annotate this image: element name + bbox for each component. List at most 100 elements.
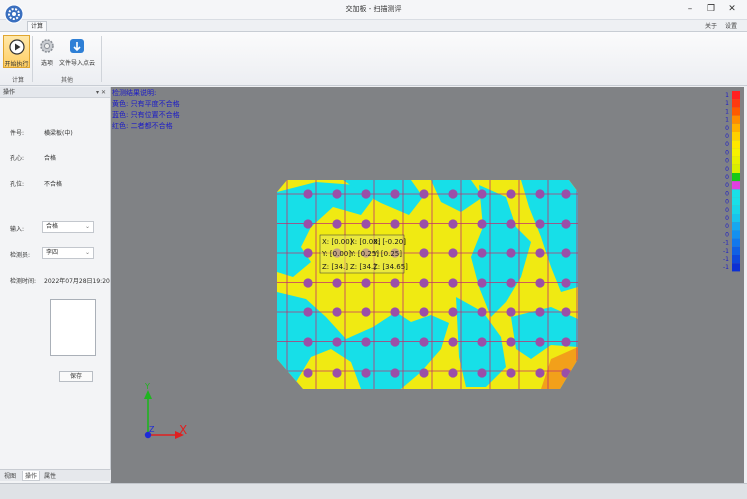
measurement-point [506,219,516,229]
field-value-part: 横梁板(中) [44,130,73,137]
measurement-point [477,278,487,288]
pin-icon[interactable]: ▾ ✕ [96,87,106,98]
measurement-point [361,368,371,378]
color-scale-label: -1 [723,256,729,263]
measurement-point [303,337,313,347]
field-label-center: 孔心: [10,155,25,162]
coordinate-tooltip: X: [0.00] X: [0.00] X: [-0.20] Y: [0.00]… [319,234,408,274]
measurement-point [361,278,371,288]
color-scale-swatch [732,123,740,132]
color-scale-label: 0 [725,207,729,214]
measurement-point [332,219,342,229]
measurement-point [477,189,487,199]
measurement-point [561,278,571,288]
minimize-icon[interactable]: – [684,3,696,15]
measurement-point [506,278,516,288]
chevron-down-icon: ⌄ [84,223,90,230]
about-link[interactable]: 关于 [705,23,717,30]
inspector-select-value: 李四 [46,249,59,256]
options-label: 选项 [40,60,53,67]
color-scale-swatch [732,115,740,124]
color-scale-swatch [732,132,740,141]
tab-operation[interactable]: 操作 [22,471,41,481]
measurement-point [303,368,313,378]
gear-icon [40,39,54,53]
color-scale-label: 0 [725,125,729,132]
color-scale-swatch [732,148,740,157]
operation-panel: 操作 ▾ ✕ 件号: 横梁板(中) 孔心: 合格 孔位: 不合格 输入: 合格 … [0,87,111,487]
color-scale-swatch [732,238,740,247]
start-button[interactable]: 开始执行 [3,35,30,68]
import-button[interactable]: 文件导入点云 [57,35,97,68]
measurement-point [332,307,342,317]
color-scale-swatch [732,107,740,116]
measurement-point [448,368,458,378]
measurement-point [477,337,487,347]
color-scale-swatch [732,197,740,206]
tooltip-text: Z: [34.] [322,263,348,271]
start-label: 开始执行 [4,61,29,68]
y-axis-label: Y [144,382,150,391]
color-scale-swatch [732,91,740,100]
panel-header: 操作 ▾ ✕ [0,87,110,98]
tab-view[interactable]: 视图 [2,471,18,480]
x-axis-label: X [179,423,187,437]
status-bar [0,483,747,499]
3d-viewport[interactable]: 检测结果说明: 黄色: 只有平度不合格 蓝色: 只有位置不合格 红色: 二者都不… [111,87,744,483]
options-button[interactable]: 选项 [36,35,58,68]
measurement-point [332,368,342,378]
measurement-point [419,248,429,258]
color-scale-label: 0 [725,133,729,140]
color-scale-swatch [732,173,740,182]
measurement-point [561,219,571,229]
close-icon[interactable]: ✕ [726,3,738,15]
tab-properties[interactable]: 属性 [42,471,58,480]
color-scale-label: 0 [725,223,729,230]
measurement-point [506,189,516,199]
app-logo-icon[interactable] [3,3,25,29]
settings-link[interactable]: 设置 [725,23,737,30]
measurement-point [535,307,545,317]
tooltip-text: X: [-0.20] [373,238,406,246]
measurement-point [477,368,487,378]
field-value-center: 合格 [44,155,57,162]
color-scale-label: 0 [725,174,729,181]
measurement-point [332,278,342,288]
z-axis-label: Z [149,425,155,434]
measurement-point [419,337,429,347]
title-bar: 交加板 - 扫描测评 – ❐ ✕ [0,0,747,20]
measurement-point [332,337,342,347]
measurement-point [361,307,371,317]
measurement-point [535,337,545,347]
measurement-point [361,219,371,229]
measurement-point [506,368,516,378]
save-button[interactable]: 保存 [59,371,93,382]
measurement-point [535,189,545,199]
color-scale-swatch [732,214,740,223]
measurement-point [448,337,458,347]
point-cloud-scene: X: [0.00] X: [0.00] X: [-0.20] Y: [0.00]… [144,91,740,439]
color-scale-swatch [732,99,740,108]
measurement-point [303,278,313,288]
measurement-point [303,189,313,199]
color-scale-label: 1 [725,92,729,99]
restore-icon[interactable]: ❐ [705,3,717,15]
input-select[interactable]: 合格 ⌄ [42,221,94,233]
help-links: 关于 设置 [699,21,737,30]
measurement-point [419,278,429,288]
color-scale-swatch [732,189,740,198]
measurement-point [561,307,571,317]
color-scale-swatch [732,205,740,214]
measurement-point [390,337,400,347]
measurement-point [535,219,545,229]
group-separator [101,36,102,82]
group-separator [32,36,33,82]
color-scale-label: 0 [725,158,729,165]
measurement-point [561,189,571,199]
panel-bottom-tabs: 视图 操作 属性 [0,469,111,481]
color-scale-label: 0 [725,166,729,173]
color-scale-swatch [732,164,740,173]
color-scale-label: 0 [725,141,729,148]
inspector-select[interactable]: 李四 ⌄ [42,247,94,259]
group-calc-label: 计算 [11,77,24,84]
